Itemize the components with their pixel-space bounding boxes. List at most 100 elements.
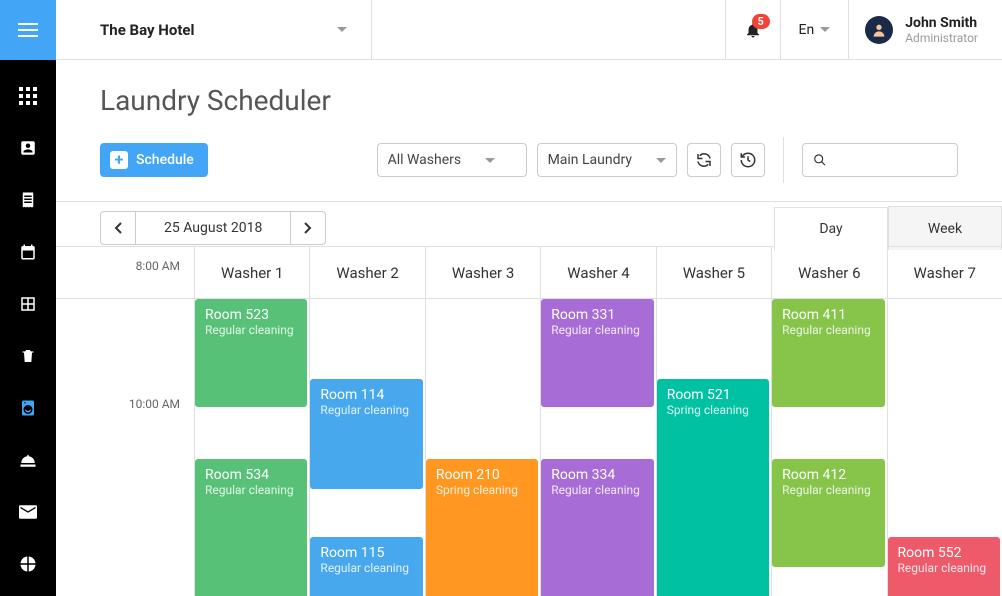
hotel-selector[interactable]: The Bay Hotel [56,0,372,60]
user-menu[interactable]: John Smith Administrator [848,0,1002,60]
event-room: Room 210 [436,467,528,483]
receipt-icon [19,191,37,209]
event-type: Regular cleaning [320,561,412,575]
history-button[interactable] [731,143,765,177]
schedule-button[interactable]: + Schedule [100,143,208,177]
mail-icon [19,505,37,519]
washer-header: Washer 3 [426,247,540,299]
nav-trash[interactable] [16,344,40,368]
nav-service[interactable] [16,448,40,472]
sidebar [0,0,56,596]
event-type: Regular cleaning [551,323,643,337]
next-day-button[interactable] [291,212,325,244]
plus-icon: + [110,151,128,169]
nav-rooms[interactable] [16,292,40,316]
event-room: Room 412 [782,467,874,483]
tab-day[interactable]: Day [774,207,888,251]
contact-icon [19,139,37,157]
toolbar: + Schedule All Washers Main Laundry [56,117,1002,202]
language-selector[interactable]: En [780,0,849,60]
washer-body[interactable]: Room 552Regular cleaning [888,299,1002,596]
schedule-event[interactable]: Room 115Regular cleaning [310,537,422,596]
search-input[interactable] [833,152,947,168]
washer-header: Washer 5 [657,247,771,299]
washer-header: Washer 4 [541,247,655,299]
washer-body[interactable]: Room 521Spring cleaning [657,299,771,596]
event-type: Regular cleaning [898,561,990,575]
schedule-event[interactable]: Room 534Regular cleaning [195,459,307,596]
history-icon [739,151,757,169]
nav-apps[interactable] [16,84,40,108]
schedule-event[interactable]: Room 411Regular cleaning [772,299,884,407]
date-nav: 25 August 2018 [100,211,326,245]
nav-mail[interactable] [16,500,40,524]
event-type: Regular cleaning [205,483,297,497]
washer-grid: Washer 1Room 523Regular cleaningRoom 534… [194,247,1002,596]
event-room: Room 552 [898,545,990,561]
location-filter[interactable]: Main Laundry [537,143,677,177]
caret-down-icon [820,27,830,32]
nav-contacts[interactable] [16,136,40,160]
tab-week[interactable]: Week [888,206,1002,250]
schedule-event[interactable]: Room 331Regular cleaning [541,299,653,407]
schedule-event[interactable]: Room 523Regular cleaning [195,299,307,407]
caret-down-icon [656,158,666,163]
washer-body[interactable]: Room 331Regular cleaningRoom 334Regular … [541,299,655,596]
nav-reports[interactable] [16,552,40,576]
caret-down-icon [337,27,347,32]
hamburger-menu[interactable] [0,0,56,60]
event-type: Regular cleaning [782,483,874,497]
date-row: 25 August 2018 Day Week [56,202,1002,246]
prev-day-button[interactable] [101,212,135,244]
nav-receipt[interactable] [16,188,40,212]
event-room: Room 331 [551,307,643,323]
event-type: Regular cleaning [320,403,412,417]
event-room: Room 334 [551,467,643,483]
nav-laundry[interactable] [16,396,40,420]
washer-body[interactable]: Room 523Regular cleaningRoom 534Regular … [195,299,309,596]
page-header: Laundry Scheduler [56,60,1002,117]
chevron-left-icon [114,222,122,234]
washer-body[interactable]: Room 210Spring cleaning [426,299,540,596]
topbar: The Bay Hotel 5 En John Smith Administra… [56,0,1002,60]
pie-chart-icon [19,555,37,573]
washer-column: Washer 5 Room 521Spring cleaning [656,247,771,596]
schedule-event[interactable]: Room 334Regular cleaning [541,459,653,596]
washer-header: Washer 1 [195,247,309,299]
hotel-name: The Bay Hotel [100,21,195,39]
washer-column: Washer 1Room 523Regular cleaningRoom 534… [194,247,309,596]
event-room: Room 523 [205,307,297,323]
schedule-event[interactable]: Room 210Spring cleaning [426,459,538,596]
refresh-button[interactable] [687,143,721,177]
location-filter-value: Main Laundry [548,152,632,168]
user-name: John Smith [905,15,978,31]
calendar-icon [19,243,37,261]
event-type: Regular cleaning [782,323,874,337]
washer-body[interactable]: Room 114Regular cleaningRoom 115Regular … [310,299,424,596]
washer-column: Washer 2Room 114Regular cleaningRoom 115… [309,247,424,596]
washer-filter[interactable]: All Washers [377,143,527,177]
current-date[interactable]: 25 August 2018 [135,212,291,244]
notification-badge: 5 [752,14,770,29]
notifications-button[interactable]: 5 [725,0,780,60]
schedule-event[interactable]: Room 412Regular cleaning [772,459,884,567]
sidebar-nav [16,60,40,596]
user-role: Administrator [905,31,978,45]
hamburger-icon [18,23,38,37]
schedule-event[interactable]: Room 552Regular cleaning [888,537,1000,596]
search-box[interactable] [802,143,958,177]
event-room: Room 534 [205,467,297,483]
schedule-event[interactable]: Room 114Regular cleaning [310,379,422,489]
washer-filter-value: All Washers [388,152,462,168]
schedule-grid: 8:00 AM 10:00 AM Washer 1Room 523Regular… [56,246,1002,596]
language-label: En [799,22,815,38]
event-room: Room 115 [320,545,412,561]
chevron-right-icon [304,222,312,234]
schedule-event[interactable]: Room 521Spring cleaning [657,379,769,596]
apps-grid-icon [19,87,37,105]
washer-body[interactable]: Room 411Regular cleaningRoom 412Regular … [772,299,886,596]
washer-header: Washer 7 [888,247,1002,299]
main: The Bay Hotel 5 En John Smith Administra… [56,0,1002,596]
nav-calendar[interactable] [16,240,40,264]
time-label: 10:00 AM [129,397,180,411]
